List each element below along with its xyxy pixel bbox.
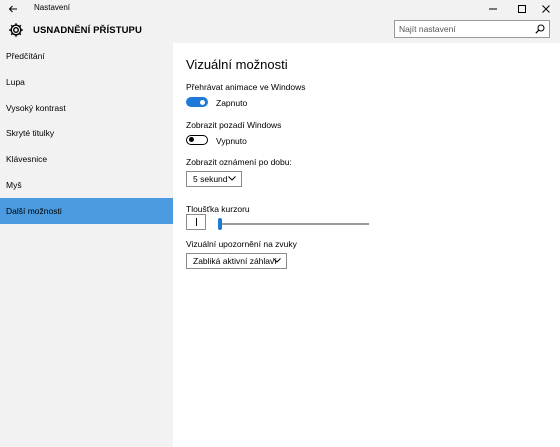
title-bar: Nastavení xyxy=(0,0,560,17)
minimize-button[interactable] xyxy=(478,0,507,17)
sidebar: Předčítání Lupa Vysoký kontrast Skryté t… xyxy=(0,43,173,447)
main-content: Vizuální možnosti Přehrávat animace ve W… xyxy=(173,43,560,447)
toggle-knob xyxy=(200,99,205,105)
maximize-icon xyxy=(517,4,526,13)
background-toggle[interactable] xyxy=(186,135,208,145)
sidebar-item-skryte-titulky[interactable]: Skryté titulky xyxy=(0,120,173,146)
chevron-down-icon xyxy=(228,176,236,181)
toggle-knob xyxy=(189,137,194,143)
close-button[interactable] xyxy=(531,0,560,17)
sound-alerts-label: Vizuální upozornění na zvuky xyxy=(186,239,297,249)
sidebar-item-vysoky-kontrast[interactable]: Vysoký kontrast xyxy=(0,95,173,121)
minimize-icon xyxy=(488,8,497,9)
cursor-preview xyxy=(186,214,206,230)
gear-icon xyxy=(9,23,23,37)
dropdown-value: 5 sekund xyxy=(193,174,228,184)
chevron-down-icon xyxy=(273,258,281,263)
search-icon[interactable] xyxy=(535,24,545,34)
sidebar-item-lupa[interactable]: Lupa xyxy=(0,69,173,95)
back-arrow-icon xyxy=(8,5,17,12)
sidebar-item-klavesnice[interactable]: Klávesnice xyxy=(0,146,173,172)
cursor-thickness-label: Tloušťka kurzoru xyxy=(186,204,250,214)
back-button[interactable] xyxy=(0,0,26,17)
cursor-thickness-slider-thumb[interactable] xyxy=(218,218,222,230)
close-icon xyxy=(541,4,550,13)
search-box[interactable] xyxy=(394,20,550,38)
background-toggle-state: Vypnuto xyxy=(216,136,247,146)
sidebar-item-dalsi-moznosti[interactable]: Další možnosti xyxy=(0,198,173,224)
cursor-preview-bar xyxy=(196,218,197,226)
notifications-duration-dropdown[interactable]: 5 sekund xyxy=(186,171,242,187)
sidebar-item-mys[interactable]: Myš xyxy=(0,172,173,198)
sound-alerts-dropdown[interactable]: Zabliká aktivní záhlaví xyxy=(186,253,287,269)
window-title: Nastavení xyxy=(34,3,71,12)
dropdown-value: Zabliká aktivní záhlaví xyxy=(193,256,277,266)
section-title: USNADNĚNÍ PŘÍSTUPU xyxy=(33,25,142,36)
background-label: Zobrazit pozadí Windows xyxy=(186,120,282,130)
sidebar-item-predcitani[interactable]: Předčítání xyxy=(0,43,173,69)
notifications-label: Zobrazit oznámení po dobu: xyxy=(186,157,292,167)
animations-label: Přehrávat animace ve Windows xyxy=(186,82,306,92)
cursor-thickness-slider-track[interactable] xyxy=(219,223,369,225)
search-input[interactable] xyxy=(399,21,531,37)
animations-toggle-state: Zapnuto xyxy=(216,98,248,108)
page-title: Vizuální možnosti xyxy=(186,57,288,72)
header: USNADNĚNÍ PŘÍSTUPU xyxy=(0,17,560,43)
animations-toggle[interactable] xyxy=(186,97,208,107)
